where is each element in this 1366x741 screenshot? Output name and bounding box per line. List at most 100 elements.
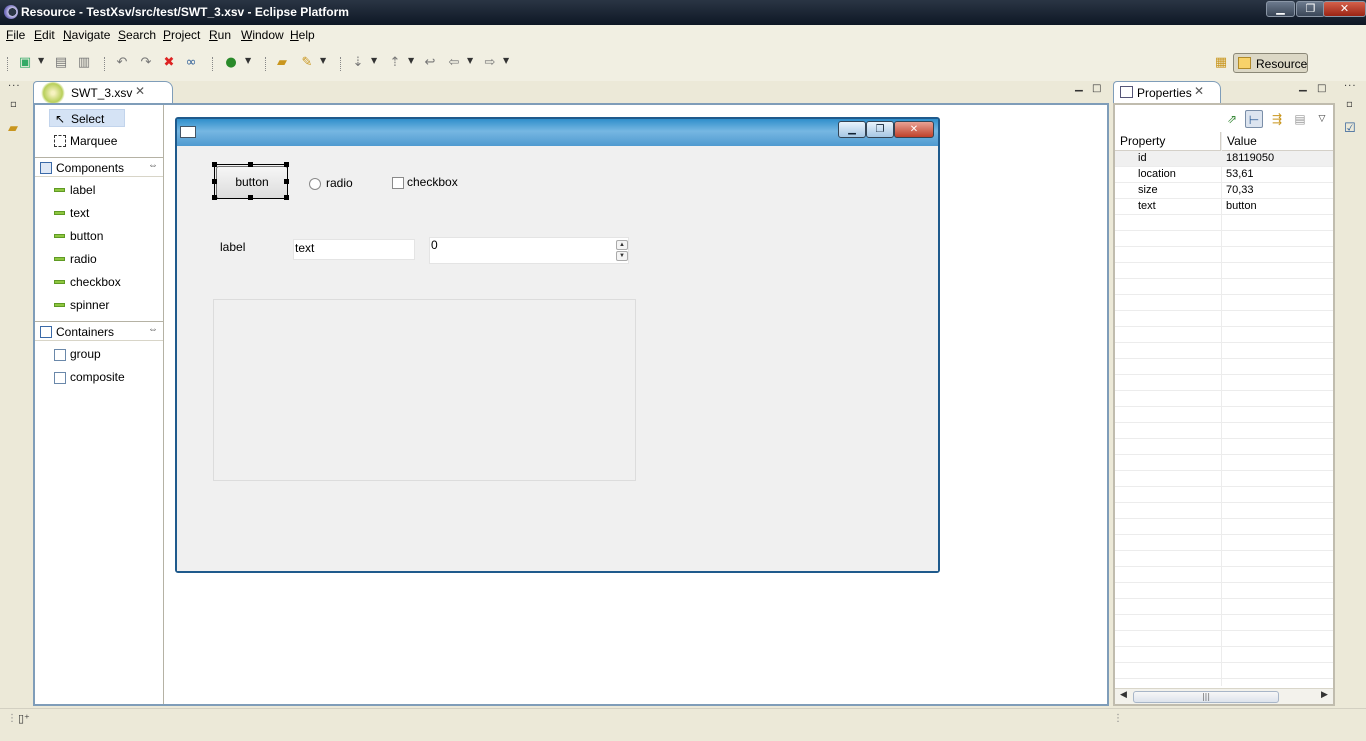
- table-row: [1115, 247, 1333, 263]
- menu-edit[interactable]: Edit: [34, 28, 55, 42]
- close-properties-icon[interactable]: ✕: [1194, 84, 1204, 98]
- menu-navigate[interactable]: Navigate: [63, 28, 110, 42]
- close-tab-icon[interactable]: ✕: [135, 84, 145, 98]
- prev-annotation-dropdown-icon[interactable]: ▼: [408, 56, 414, 65]
- view-menu-icon[interactable]: ▽: [1313, 110, 1331, 128]
- navigator-icon[interactable]: ▰: [8, 121, 18, 136]
- table-row[interactable]: location 53,61: [1115, 167, 1333, 183]
- last-edit-icon[interactable]: ↩: [422, 55, 438, 71]
- open-folder-icon[interactable]: ▰: [274, 55, 290, 71]
- menu-window[interactable]: Window: [241, 28, 284, 42]
- trim-grip: ···: [1344, 81, 1357, 92]
- table-row[interactable]: text button: [1115, 199, 1333, 215]
- palette-item-button[interactable]: button: [49, 227, 149, 245]
- close-button[interactable]: ✕: [1323, 1, 1366, 17]
- shell-window[interactable]: ▁ ❐ ✕ button radio checkbox label text 0…: [175, 117, 940, 573]
- pin-icon[interactable]: ⇗: [1223, 110, 1241, 128]
- menu-help[interactable]: Help: [290, 28, 315, 42]
- main-toolbar: ▣ ▼ ▤ ▥ ↶ ↷ ✖ ∞ ● ▼ ▰ ✎ ▼ ⇣ ▼ ⇡ ▼ ↩ ⇦ ▼ …: [0, 45, 1366, 81]
- property-value[interactable]: 70,33: [1226, 183, 1254, 198]
- column-header-value[interactable]: Value: [1222, 132, 1333, 151]
- spinner-up-icon[interactable]: ▲: [616, 240, 628, 250]
- menu-run[interactable]: Run: [209, 28, 231, 42]
- column-header-property[interactable]: Property: [1115, 132, 1221, 151]
- palette-item-group[interactable]: group: [49, 345, 149, 363]
- editor-minimize-icon[interactable]: ▁: [1075, 81, 1083, 92]
- palette-tool-select[interactable]: ↖ Select: [49, 109, 125, 127]
- properties-tab[interactable]: Properties ✕: [1113, 81, 1221, 103]
- property-value[interactable]: 53,61: [1226, 167, 1254, 182]
- next-annotation-dropdown-icon[interactable]: ▼: [371, 56, 377, 65]
- table-row[interactable]: size 70,33: [1115, 183, 1333, 199]
- scroll-right-icon[interactable]: ▶: [1321, 690, 1328, 700]
- palette-drawer-components[interactable]: Components ⇔: [35, 157, 163, 177]
- spinner-down-icon[interactable]: ▼: [616, 251, 628, 261]
- prev-annotation-icon[interactable]: ⇡: [387, 55, 403, 71]
- run-dropdown-icon[interactable]: ▼: [245, 56, 251, 65]
- design-button-widget[interactable]: button: [216, 166, 288, 199]
- run-icon[interactable]: ●: [223, 55, 239, 71]
- properties-maximize-icon[interactable]: □: [1317, 83, 1326, 94]
- design-spinner-widget[interactable]: 0 ▲ ▼: [429, 237, 629, 264]
- forward-icon[interactable]: ⇨: [482, 55, 498, 71]
- editor-tab-swt3[interactable]: SWT_3.xsv ✕: [33, 81, 173, 104]
- preview-icon[interactable]: ∞: [183, 55, 199, 71]
- next-annotation-icon[interactable]: ⇣: [350, 55, 366, 71]
- palette-item-composite[interactable]: composite: [49, 368, 149, 386]
- property-value[interactable]: 18119050: [1226, 151, 1274, 166]
- restore-icon[interactable]: ▫: [1346, 99, 1353, 110]
- palette-item-text[interactable]: text: [49, 204, 149, 222]
- drawer-collapse-icon[interactable]: ⇔: [148, 324, 158, 335]
- palette-item-checkbox[interactable]: checkbox: [49, 273, 149, 291]
- properties-minimize-icon[interactable]: ▁: [1299, 81, 1307, 92]
- palette-item-label[interactable]: label: [49, 181, 149, 199]
- palette-item-radio[interactable]: radio: [49, 250, 149, 268]
- menu-file[interactable]: File: [6, 28, 25, 42]
- delete-icon[interactable]: ✖: [161, 55, 177, 71]
- properties-icon: [1120, 86, 1133, 98]
- maximize-button[interactable]: ❐: [1296, 1, 1325, 17]
- resource-perspective-button[interactable]: Resource: [1233, 53, 1308, 73]
- shell-titlebar[interactable]: ▁ ❐ ✕: [177, 119, 938, 146]
- design-label-widget[interactable]: label: [220, 240, 245, 254]
- shell-close-button[interactable]: ✕: [894, 121, 934, 138]
- palette-item-spinner[interactable]: spinner: [49, 296, 149, 314]
- back-dropdown-icon[interactable]: ▼: [467, 56, 473, 65]
- design-group-widget[interactable]: [213, 299, 636, 481]
- table-row: [1115, 615, 1333, 631]
- new-dropdown-icon[interactable]: ▼: [38, 56, 44, 65]
- search-tool-icon[interactable]: ✎: [299, 55, 315, 71]
- open-perspective-icon[interactable]: ▦: [1213, 55, 1229, 71]
- shell-minimize-button[interactable]: ▁: [838, 121, 866, 138]
- design-text-widget[interactable]: text: [293, 239, 415, 260]
- new-wizard-icon[interactable]: ▣: [17, 55, 33, 71]
- restore-icon[interactable]: ▫: [10, 99, 17, 110]
- menu-project[interactable]: Project: [163, 28, 200, 42]
- palette-tool-marquee[interactable]: Marquee: [49, 132, 139, 150]
- editor-maximize-icon[interactable]: □: [1092, 83, 1101, 94]
- restore-default-icon[interactable]: ▤: [1291, 110, 1309, 128]
- menu-search[interactable]: Search: [118, 28, 156, 42]
- print-icon[interactable]: ▥: [76, 55, 92, 71]
- minimize-button[interactable]: ▁: [1266, 1, 1295, 17]
- property-value[interactable]: button: [1226, 199, 1257, 214]
- filter-advanced-icon[interactable]: ⇶: [1268, 110, 1286, 128]
- save-icon[interactable]: ▤: [53, 55, 69, 71]
- shell-client-area[interactable]: button radio checkbox label text 0 ▲ ▼: [177, 146, 938, 571]
- redo-icon[interactable]: ↷: [138, 55, 154, 71]
- search-dropdown-icon[interactable]: ▼: [320, 56, 326, 65]
- scroll-left-icon[interactable]: ◀: [1120, 690, 1127, 700]
- table-row[interactable]: id 18119050: [1115, 151, 1333, 167]
- properties-horizontal-scrollbar[interactable]: ◀ ||| ▶: [1115, 688, 1333, 704]
- drawer-collapse-icon[interactable]: ⇔: [148, 160, 158, 171]
- scroll-thumb[interactable]: |||: [1133, 691, 1279, 703]
- forward-dropdown-icon[interactable]: ▼: [503, 56, 509, 65]
- shell-maximize-button[interactable]: ❐: [866, 121, 894, 138]
- back-icon[interactable]: ⇦: [446, 55, 462, 71]
- fast-view-icon[interactable]: ▯⁺: [18, 712, 30, 725]
- palette-drawer-containers[interactable]: Containers ⇔: [35, 321, 163, 341]
- tasks-icon[interactable]: ☑: [1344, 121, 1356, 136]
- categories-icon[interactable]: ⊢: [1245, 110, 1263, 128]
- undo-icon[interactable]: ↶: [114, 55, 130, 71]
- design-canvas[interactable]: ▁ ❐ ✕ button radio checkbox label text 0…: [165, 105, 1107, 704]
